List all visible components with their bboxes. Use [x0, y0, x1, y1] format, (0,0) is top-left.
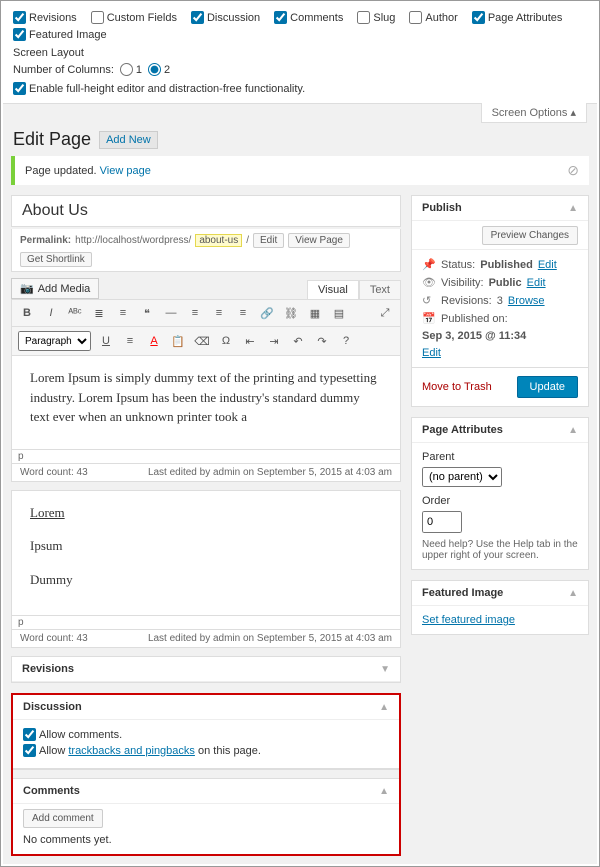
view-page-button[interactable]: View Page [288, 233, 350, 248]
no-comments-text: No comments yet. [23, 834, 389, 846]
justify-icon[interactable]: ≡ [121, 332, 139, 350]
ul-icon[interactable]: ≣ [90, 304, 108, 322]
screen-option-checkbox[interactable] [13, 28, 26, 41]
browse-revisions-link[interactable]: Browse [508, 295, 545, 307]
discussion-box-header[interactable]: Discussion▲ [13, 695, 399, 720]
screen-option-checkbox[interactable] [191, 11, 204, 24]
alignc-icon[interactable]: ≡ [210, 304, 228, 322]
toolbar-toggle-icon[interactable]: ▤ [330, 304, 348, 322]
paste-icon[interactable]: 📋 [169, 332, 187, 350]
screen-option-checkbox[interactable] [91, 11, 104, 24]
set-featured-image-link[interactable]: Set featured image [422, 614, 515, 626]
add-comment-button[interactable]: Add comment [23, 809, 103, 828]
move-to-trash-link[interactable]: Move to Trash [422, 381, 492, 393]
help-text: Need help? Use the Help tab in the upper… [422, 539, 578, 561]
trackbacks-link[interactable]: trackbacks and pingbacks [68, 745, 195, 757]
underline-icon[interactable]: U [97, 332, 115, 350]
editor-content-2[interactable]: Lorem Ipsum Dummy [12, 491, 400, 616]
hr-icon[interactable]: ― [162, 304, 180, 322]
help-icon[interactable]: ? [337, 332, 355, 350]
editor-content[interactable]: Lorem Ipsum is simply dummy text of the … [12, 356, 400, 449]
view-page-link[interactable]: View page [100, 165, 151, 177]
more-icon[interactable]: ▦ [306, 304, 324, 322]
char-icon[interactable]: Ω [217, 332, 235, 350]
textcolor-icon[interactable]: A [145, 332, 163, 350]
clear-icon[interactable]: ⌫ [193, 332, 211, 350]
chevron-up-icon: ▲ [379, 702, 389, 713]
parent-select[interactable]: (no parent) [422, 467, 502, 487]
paragraph-select[interactable]: Paragraph [18, 331, 91, 351]
edit-status-link[interactable]: Edit [538, 259, 557, 271]
strike-icon[interactable]: ᴬᴮᶜ [66, 304, 84, 322]
screen-option-checkbox[interactable] [409, 11, 422, 24]
fullscreen-icon[interactable]: ⤢ [376, 304, 394, 322]
tab-visual[interactable]: Visual [307, 280, 359, 299]
dismiss-notice-icon[interactable]: ⊘ [567, 162, 579, 179]
revisions-box-header[interactable]: Revisions▼ [12, 657, 400, 682]
revisions-icon: ↺ [422, 294, 436, 307]
tab-text[interactable]: Text [359, 280, 401, 299]
edit-visibility-link[interactable]: Edit [527, 277, 546, 289]
screen-option-checkbox[interactable] [274, 11, 287, 24]
allow-trackbacks-checkbox[interactable] [23, 744, 36, 757]
indent-icon[interactable]: ⇥ [265, 332, 283, 350]
unlink-icon[interactable]: ⛓ [282, 304, 300, 322]
element-path: p [11, 450, 401, 464]
add-media-button[interactable]: 📷Add Media [11, 278, 99, 299]
add-new-button[interactable]: Add New [99, 131, 158, 149]
allow-comments-checkbox[interactable] [23, 728, 36, 741]
columns-label: Number of Columns: [13, 64, 114, 76]
shortlink-button[interactable]: Get Shortlink [20, 252, 92, 267]
calendar-icon: 📅 [422, 312, 436, 325]
page-title: Edit Page [13, 129, 91, 150]
bold-icon[interactable]: B [18, 304, 36, 322]
redo-icon[interactable]: ↷ [313, 332, 331, 350]
fullheight-checkbox[interactable] [13, 82, 26, 95]
chevron-up-icon: ▲ [568, 203, 578, 214]
page-attributes-header[interactable]: Page Attributes▲ [412, 418, 588, 443]
eye-icon: 👁 [422, 276, 436, 289]
screen-options-tab[interactable]: Screen Options ▴ [481, 103, 587, 123]
chevron-up-icon: ▲ [568, 588, 578, 599]
screen-option-checkbox[interactable] [357, 11, 370, 24]
screen-option-checkbox[interactable] [472, 11, 485, 24]
update-button[interactable]: Update [517, 376, 578, 398]
edit-date-link[interactable]: Edit [422, 347, 441, 359]
alignr-icon[interactable]: ≡ [234, 304, 252, 322]
pin-icon: 📌 [422, 258, 436, 271]
undo-icon[interactable]: ↶ [289, 332, 307, 350]
screen-option-checkbox[interactable] [13, 11, 26, 24]
italic-icon[interactable]: I [42, 304, 60, 322]
chevron-up-icon: ▲ [379, 786, 389, 797]
preview-button[interactable]: Preview Changes [482, 226, 578, 245]
alignl-icon[interactable]: ≡ [186, 304, 204, 322]
quote-icon[interactable]: ❝ [138, 304, 156, 322]
ol-icon[interactable]: ≡ [114, 304, 132, 322]
chevron-down-icon: ▼ [380, 664, 390, 675]
outdent-icon[interactable]: ⇤ [241, 332, 259, 350]
featured-image-header[interactable]: Featured Image▲ [412, 581, 588, 606]
link-icon[interactable]: 🔗 [258, 304, 276, 322]
columns-2-radio[interactable] [148, 63, 161, 76]
permalink-slug: about-us [195, 234, 242, 247]
screen-layout-label: Screen Layout [13, 47, 587, 59]
media-icon: 📷 [20, 282, 34, 295]
columns-1-radio[interactable] [120, 63, 133, 76]
chevron-up-icon: ▲ [568, 425, 578, 436]
element-path: p [11, 616, 401, 630]
order-input[interactable] [422, 511, 462, 533]
publish-box-header[interactable]: Publish▲ [412, 196, 588, 221]
comments-box-header[interactable]: Comments▲ [13, 779, 399, 804]
title-input[interactable]: About Us [11, 195, 401, 227]
edit-slug-button[interactable]: Edit [253, 233, 284, 248]
